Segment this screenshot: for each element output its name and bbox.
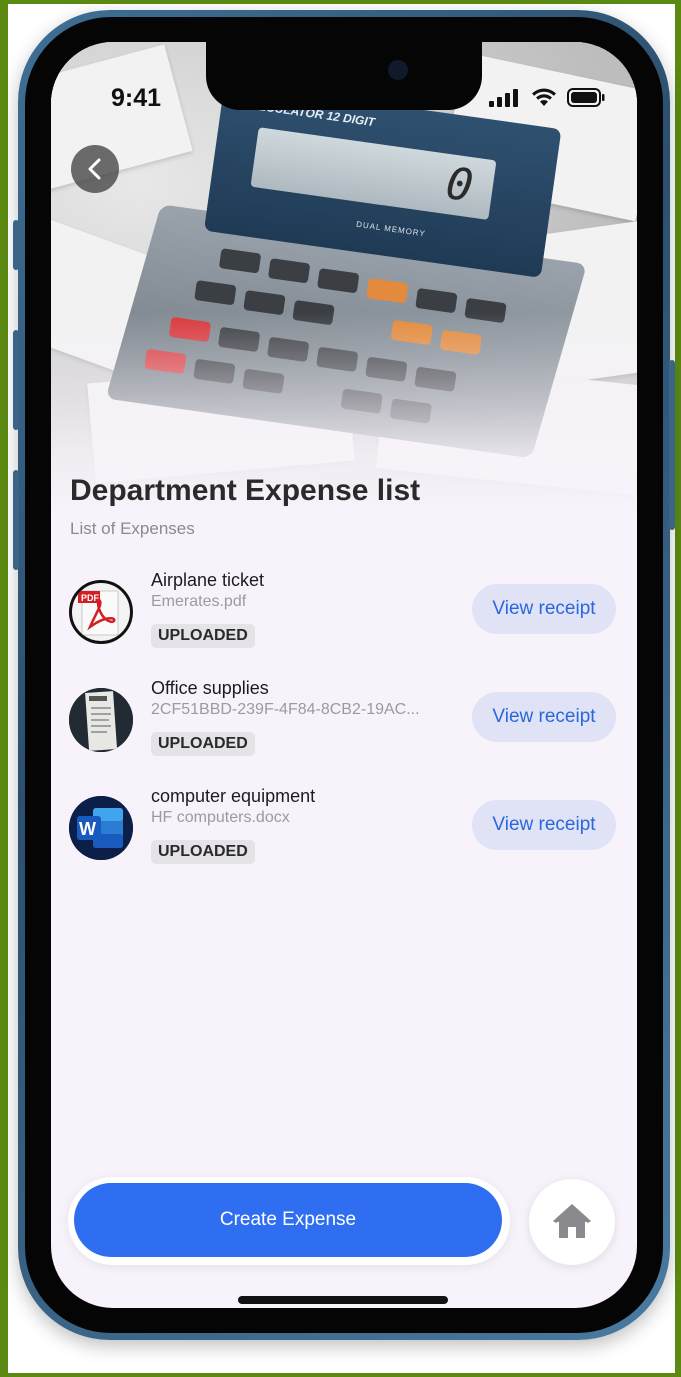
- signal-icon: [489, 89, 518, 107]
- page-title: Department Expense list: [70, 474, 421, 507]
- battery-icon: [567, 88, 605, 107]
- receipt-photo: [69, 688, 133, 752]
- list-item[interactable]: PDF Airplane ticket Emerates.pdf UPLOADE…: [51, 570, 637, 680]
- calculator-display: 0: [442, 158, 477, 213]
- list-item[interactable]: W computer equipment HF computers.docx U…: [51, 786, 637, 896]
- expense-file: Emerates.pdf: [151, 593, 247, 610]
- power-button: [669, 360, 675, 530]
- home-button[interactable]: [529, 1179, 615, 1265]
- home-indicator: [238, 1296, 448, 1304]
- list-item[interactable]: Office supplies 2CF51BBD-239F-4F84-8CB2-…: [51, 678, 637, 788]
- status-icons: [489, 88, 605, 107]
- status-badge: UPLOADED: [151, 732, 255, 756]
- view-receipt-button[interactable]: View receipt: [472, 584, 616, 634]
- expense-file: 2CF51BBD-239F-4F84-8CB2-19AC...: [151, 701, 420, 718]
- status-badge: UPLOADED: [151, 624, 255, 648]
- view-receipt-button[interactable]: View receipt: [472, 692, 616, 742]
- status-time: 9:41: [111, 84, 162, 112]
- home-icon: [553, 1204, 591, 1238]
- status-badge: UPLOADED: [151, 840, 255, 864]
- page-subtitle: List of Expenses: [70, 519, 195, 538]
- notch: [206, 42, 482, 110]
- volume-up-button: [13, 330, 19, 430]
- expense-file: HF computers.docx: [151, 809, 290, 826]
- view-receipt-button[interactable]: View receipt: [472, 800, 616, 850]
- pdf-icon: PDF: [69, 580, 133, 644]
- wifi-icon: [532, 88, 556, 106]
- mute-switch: [13, 220, 19, 270]
- create-expense-button[interactable]: Create Expense: [74, 1183, 502, 1257]
- expense-title: computer equipment: [151, 786, 316, 806]
- create-expense-container: Create Expense: [68, 1177, 510, 1265]
- word-icon: W: [69, 796, 133, 860]
- phone-frame: CALCULATOR 12 DIGIT 0 DUAL MEMORY 9:41 D…: [13, 10, 675, 1340]
- calculator-memory-label: DUAL MEMORY: [355, 219, 427, 239]
- svg-text:W: W: [79, 819, 96, 839]
- camera-icon: [388, 60, 408, 80]
- screen: CALCULATOR 12 DIGIT 0 DUAL MEMORY 9:41 D…: [51, 42, 637, 1308]
- expense-title: Airplane ticket: [151, 570, 265, 590]
- svg-text:PDF: PDF: [81, 593, 100, 603]
- volume-down-button: [13, 470, 19, 570]
- expense-title: Office supplies: [151, 678, 269, 698]
- chevron-left-icon: [88, 158, 101, 180]
- back-button[interactable]: [71, 145, 119, 193]
